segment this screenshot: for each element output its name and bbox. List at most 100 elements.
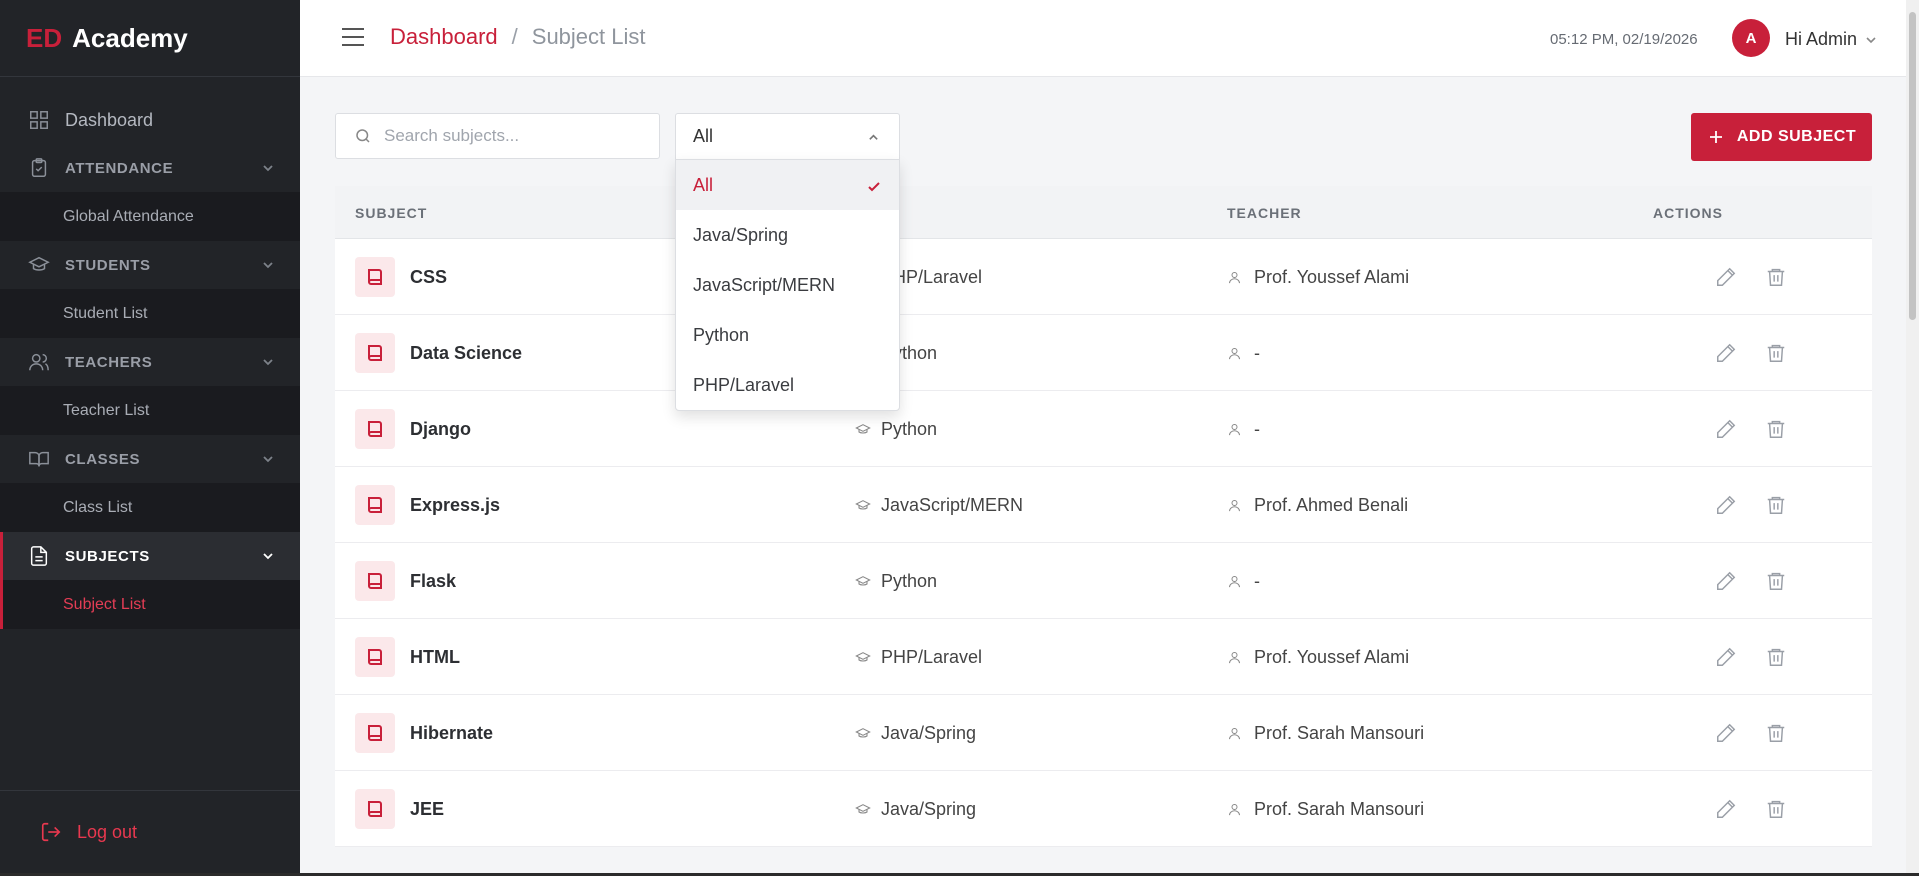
avatar[interactable]: A xyxy=(1732,19,1770,57)
subject-class-label: Python xyxy=(881,571,938,591)
sidebar: ED Academy Dashboard ATTENDANCE Global A… xyxy=(0,0,300,873)
user-icon xyxy=(1229,652,1240,664)
edit-icon[interactable] xyxy=(1715,646,1737,668)
sidebar-item-label: Dashboard xyxy=(65,109,154,130)
book-icon xyxy=(355,333,395,373)
book-icon xyxy=(355,409,395,449)
search-box[interactable] xyxy=(335,113,660,159)
user-icon xyxy=(1229,500,1240,512)
trash-icon[interactable] xyxy=(1765,342,1787,364)
user-icon xyxy=(1229,804,1240,816)
breadcrumb-current: Subject List xyxy=(531,24,646,49)
filter-option-all[interactable]: All xyxy=(676,160,899,210)
filter-option-python[interactable]: Python xyxy=(676,310,899,360)
sidebar-item-dashboard[interactable]: Dashboard xyxy=(0,96,300,144)
subject-class-label: Java/Spring xyxy=(881,723,977,743)
edit-icon[interactable] xyxy=(1715,798,1737,820)
logout-icon xyxy=(41,822,61,842)
column-header-teacher[interactable]: TEACHER xyxy=(1227,205,1302,221)
table-row: JEE Java/Spring Prof. Sarah Mansouri xyxy=(335,771,1872,847)
sidebar-subitem-class-list[interactable]: Class List xyxy=(0,483,300,532)
user-menu[interactable]: Hi Admin xyxy=(1785,29,1877,50)
subject-class-label: JavaScript/MERN xyxy=(881,495,1024,515)
trash-icon[interactable] xyxy=(1765,646,1787,668)
sidebar-item-students[interactable]: STUDENTS xyxy=(0,241,300,289)
book-icon xyxy=(355,561,395,601)
subject-class: JavaScript/MERN xyxy=(855,495,1023,516)
subjects-table: SUBJECT TEACHER ACTIONS CSS PHP/Laravel Pr… xyxy=(335,186,1872,847)
column-header-subject[interactable]: SUBJECT xyxy=(355,205,427,221)
class-filter-select[interactable]: All xyxy=(675,113,900,159)
table-row: Flask Python - xyxy=(335,543,1872,619)
plus-icon xyxy=(1709,131,1722,143)
book-icon xyxy=(355,637,395,677)
subject-teacher-label: Prof. Sarah Mansouri xyxy=(1254,723,1425,743)
option-label: Python xyxy=(693,324,750,345)
graduation-cap-icon xyxy=(855,423,871,434)
check-icon xyxy=(867,178,881,192)
add-subject-button[interactable]: ADD SUBJECT xyxy=(1691,113,1872,161)
option-label: Java/Spring xyxy=(693,224,789,245)
logout-label: Log out xyxy=(77,821,138,842)
trash-icon[interactable] xyxy=(1765,570,1787,592)
page-scrollbar[interactable] xyxy=(1906,0,1919,873)
subject-teacher-label: - xyxy=(1254,419,1260,439)
subject-teacher-label: Prof. Youssef Alami xyxy=(1254,647,1410,667)
sidebar-subitem-student-list[interactable]: Student List xyxy=(0,289,300,338)
trash-icon[interactable] xyxy=(1765,266,1787,288)
sidebar-item-attendance[interactable]: ATTENDANCE xyxy=(0,144,300,192)
filter-option-php-laravel[interactable]: PHP/Laravel xyxy=(676,360,899,410)
edit-icon[interactable] xyxy=(1715,570,1737,592)
subject-teacher-label: Prof. Sarah Mansouri xyxy=(1254,799,1425,819)
subject-teacher-label: - xyxy=(1254,343,1260,363)
sidebar-subitem-subject-list[interactable]: Subject List xyxy=(0,580,300,629)
document-icon xyxy=(28,545,50,567)
subject-teacher-label: Prof. Youssef Alami xyxy=(1254,267,1410,287)
table-row: Data Science Python - xyxy=(335,315,1872,391)
edit-icon[interactable] xyxy=(1715,266,1737,288)
edit-icon[interactable] xyxy=(1715,418,1737,440)
filter-option-javascript-mern[interactable]: JavaScript/MERN xyxy=(676,260,899,310)
trash-icon[interactable] xyxy=(1765,418,1787,440)
trash-icon[interactable] xyxy=(1765,494,1787,516)
subject-teacher: Prof. Sarah Mansouri xyxy=(1227,723,1424,744)
sidebar-item-classes[interactable]: CLASSES xyxy=(0,435,300,483)
column-header-actions: ACTIONS xyxy=(1653,205,1723,221)
book-icon xyxy=(355,257,395,297)
brand-name: Academy xyxy=(72,22,188,53)
chevron-down-icon xyxy=(1866,36,1876,43)
edit-icon[interactable] xyxy=(1715,342,1737,364)
top-bar: Dashboard / Subject List 05:12 PM, 02/19… xyxy=(300,0,1906,77)
sidebar-item-teachers[interactable]: TEACHERS xyxy=(0,338,300,386)
filter-option-java-spring[interactable]: Java/Spring xyxy=(676,210,899,260)
subject-teacher: - xyxy=(1227,571,1260,592)
search-input[interactable] xyxy=(384,126,644,146)
brand-logo[interactable]: ED Academy xyxy=(0,0,300,77)
sidebar-item-subjects[interactable]: SUBJECTS xyxy=(0,532,300,580)
subject-teacher: - xyxy=(1227,343,1260,364)
menu-toggle-icon[interactable] xyxy=(342,28,364,48)
sidebar-subitem-global-attendance[interactable]: Global Attendance xyxy=(0,192,300,241)
trash-icon[interactable] xyxy=(1765,722,1787,744)
chevron-down-icon xyxy=(262,549,274,561)
graduation-cap-icon xyxy=(855,651,871,662)
class-filter-dropdown: All Java/Spring JavaScript/MERN Python P… xyxy=(675,159,900,411)
table-row: CSS PHP/Laravel Prof. Youssef Alami xyxy=(335,239,1872,315)
clipboard-check-icon xyxy=(28,157,50,179)
scrollbar-thumb[interactable] xyxy=(1909,12,1916,320)
breadcrumb-dashboard-link[interactable]: Dashboard xyxy=(390,24,498,50)
table-row: HTML PHP/Laravel Prof. Youssef Alami xyxy=(335,619,1872,695)
chevron-down-icon xyxy=(262,452,274,464)
chevron-down-icon xyxy=(262,161,274,173)
graduation-cap-icon xyxy=(855,575,871,586)
edit-icon[interactable] xyxy=(1715,494,1737,516)
open-book-icon xyxy=(28,448,50,470)
trash-icon[interactable] xyxy=(1765,798,1787,820)
sidebar-subitem-teacher-list[interactable]: Teacher List xyxy=(0,386,300,435)
user-icon xyxy=(1229,272,1240,284)
edit-icon[interactable] xyxy=(1715,722,1737,744)
sidebar-item-label: SUBJECTS xyxy=(65,547,150,565)
subject-class-label: Python xyxy=(881,419,938,439)
logout-button[interactable]: Log out xyxy=(0,790,300,873)
user-icon xyxy=(1229,728,1240,740)
